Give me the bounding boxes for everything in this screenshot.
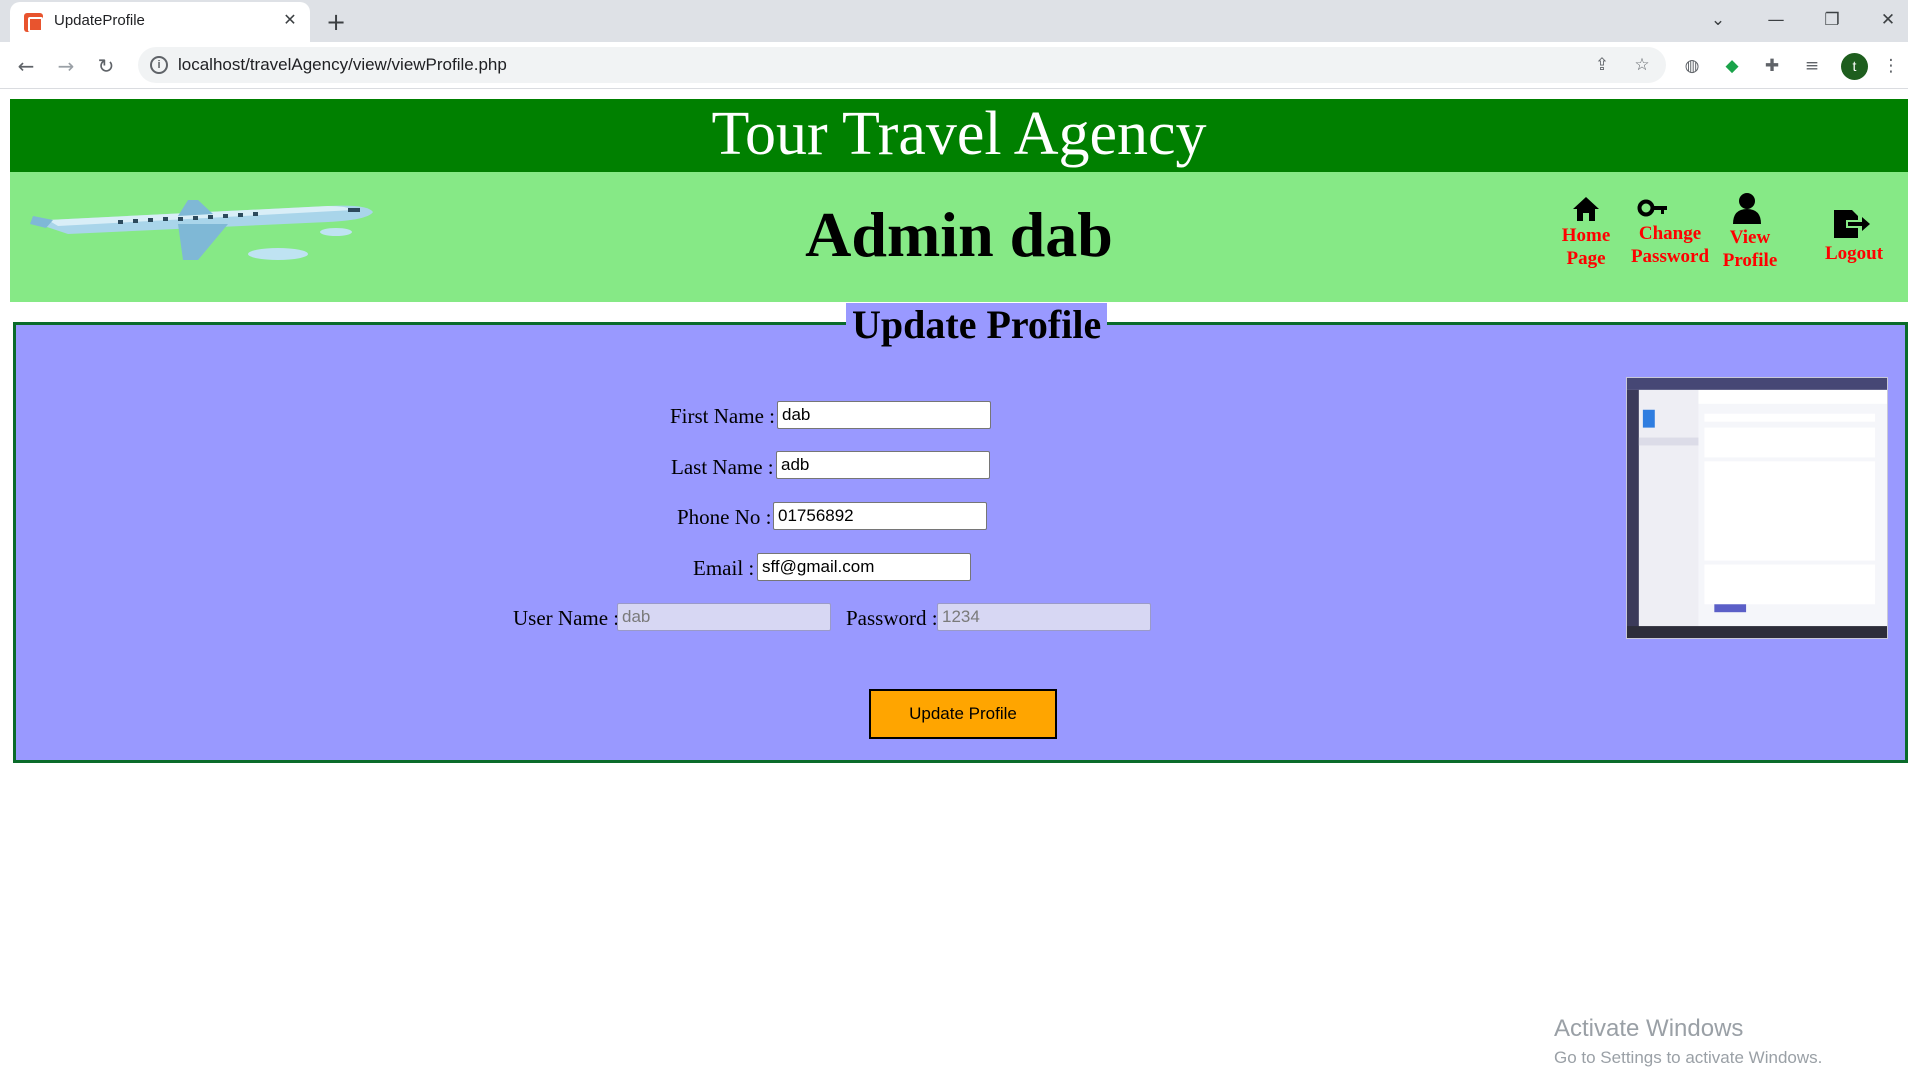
last-name-input[interactable]	[776, 451, 990, 479]
new-tab-button[interactable]: +	[322, 8, 350, 36]
site-header: Tour Travel Agency	[10, 99, 1908, 172]
minimize-button[interactable]: —	[1756, 4, 1796, 36]
watermark-subtitle: Go to Settings to activate Windows.	[1554, 1048, 1823, 1067]
update-profile-fieldset: Update Profile First Name : Last Name : …	[13, 303, 1908, 763]
user-icon	[1733, 193, 1761, 224]
key-icon	[1637, 199, 1667, 217]
nav-home-page[interactable]: Home Page	[1551, 196, 1621, 270]
password-input[interactable]	[937, 603, 1151, 631]
address-bar[interactable]: i localhost/travelAgency/view/viewProfil…	[138, 47, 1666, 83]
email-input[interactable]	[757, 553, 971, 581]
profile-image	[1626, 377, 1888, 639]
media-icon[interactable]: ≡	[1799, 53, 1825, 79]
first-name-input[interactable]	[777, 401, 991, 429]
restore-button[interactable]: ❐	[1812, 4, 1852, 36]
close-window-button[interactable]: ✕	[1868, 4, 1908, 36]
windows-activation-watermark: Activate Windows Go to Settings to activ…	[1554, 1015, 1822, 1069]
shield-icon[interactable]: ◆	[1719, 53, 1745, 79]
admin-title: Admin dab	[805, 199, 1113, 270]
last-name-label: Last Name :	[671, 455, 774, 479]
tab-title: UpdateProfile	[54, 12, 145, 29]
email-label: Email :	[693, 556, 755, 580]
globe-icon[interactable]: ◍	[1679, 53, 1705, 79]
update-profile-button[interactable]: Update Profile	[869, 689, 1057, 739]
admin-bar: Admin dab Home Page Change Password View…	[10, 172, 1908, 302]
nav-logout-label: Logout	[1824, 243, 1884, 264]
phone-label: Phone No :	[677, 505, 772, 529]
favicon-icon	[24, 13, 43, 32]
tab-close-icon[interactable]: ✕	[278, 8, 302, 32]
back-button[interactable]: ←	[10, 50, 42, 82]
browser-tab[interactable]: UpdateProfile ✕	[10, 2, 310, 42]
star-icon[interactable]: ☆	[1630, 53, 1654, 77]
form-legend: Update Profile	[846, 303, 1108, 347]
first-name-label: First Name :	[670, 404, 775, 428]
nav-change-password[interactable]: Change Password	[1625, 196, 1715, 268]
watermark-title: Activate Windows	[1554, 1015, 1744, 1042]
password-label: Password :	[846, 606, 938, 630]
reload-button[interactable]: ↻	[90, 50, 122, 82]
nav-change-line2: Password	[1630, 246, 1710, 267]
nav-home-line2: Page	[1566, 248, 1606, 269]
forward-button[interactable]: →	[50, 50, 82, 82]
nav-change-line1: Change	[1638, 223, 1702, 244]
nav-view-profile[interactable]: View Profile	[1720, 192, 1780, 272]
menu-icon[interactable]: ⋮	[1878, 53, 1904, 79]
nav-logout[interactable]: Logout	[1814, 208, 1894, 265]
browser-toolbar: ← → ↻ i localhost/travelAgency/view/view…	[0, 42, 1908, 89]
nav-home-line1: Home	[1561, 225, 1611, 246]
home-icon	[1573, 197, 1599, 221]
username-label: User Name :	[513, 606, 620, 630]
profile-avatar[interactable]: t	[1841, 53, 1868, 80]
nav-view-line1: View	[1729, 227, 1771, 248]
page-content: Tour Travel Agency Admin dab Home Page C…	[0, 89, 1908, 1067]
tab-search-icon[interactable]: ⌄	[1698, 4, 1738, 36]
browser-tabstrip: UpdateProfile ✕ + ⌄ — ❐ ✕	[0, 0, 1908, 42]
nav-view-line2: Profile	[1722, 250, 1778, 271]
site-info-icon[interactable]: i	[150, 56, 168, 74]
logout-icon	[1834, 210, 1870, 238]
username-input[interactable]	[617, 603, 831, 631]
site-title: Tour Travel Agency	[711, 100, 1207, 168]
phone-input[interactable]	[773, 502, 987, 530]
url-text[interactable]: localhost/travelAgency/view/viewProfile.…	[178, 55, 507, 75]
share-icon[interactable]: ⇪	[1590, 53, 1614, 77]
puzzle-icon[interactable]: ✚	[1759, 53, 1785, 79]
